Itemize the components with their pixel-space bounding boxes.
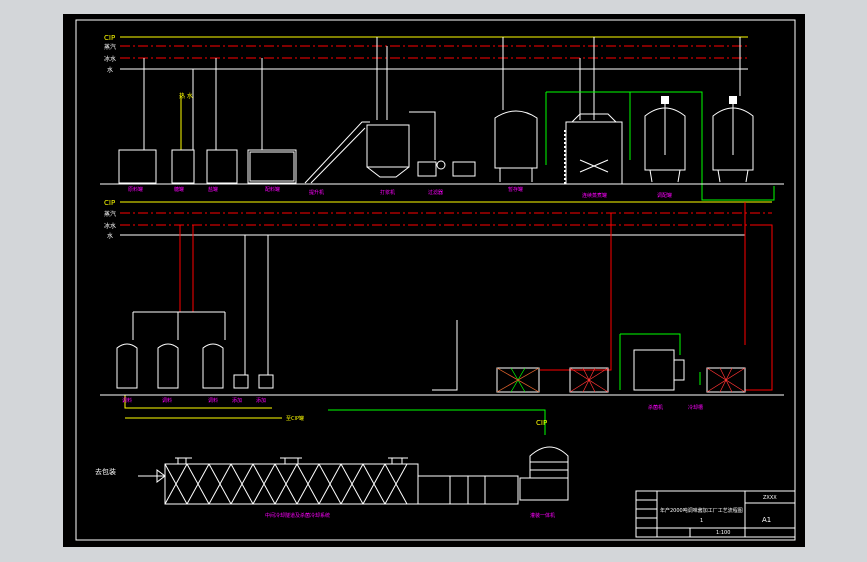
drawing-canvas (63, 14, 805, 547)
hot-water-tag: 热 水 (179, 92, 193, 100)
label-sterilizer: 杀菌机 (648, 404, 663, 411)
label-elevator: 提升机 (309, 189, 324, 196)
agitator-motor-icon (661, 96, 669, 104)
tunnel-label: 中间冷却隧道及杀菌冷却系统 (265, 512, 330, 519)
label-sugar-tank: 糖罐 (174, 186, 184, 193)
label-cooling-tank: 冷却槽 (688, 404, 703, 411)
label-beater: 打浆机 (380, 189, 395, 196)
bottom-cip-label: CIP (536, 419, 547, 427)
sheet-size: A1 (762, 516, 771, 524)
process-flow-drawing: CIP 蒸汽 冰水 水 热 水 原料罐 糖罐 盐罐 配料罐 提升机 打浆机 过滤… (63, 14, 805, 547)
label-mid-1: 调料 (122, 397, 132, 404)
mid-chilled-water-label: 冰水 (104, 222, 116, 230)
label-filter: 过滤器 (428, 189, 443, 196)
top-cip-label: CIP (104, 34, 115, 42)
mid-water-label: 水 (107, 232, 113, 240)
top-chilled-water-label: 冰水 (104, 55, 116, 63)
cad-viewer-window: CIP 蒸汽 冰水 水 热 水 原料罐 糖罐 盐罐 配料罐 提升机 打浆机 过滤… (0, 0, 867, 562)
drawing-scale: 1:100 (716, 530, 730, 536)
label-mix-tank: 配料罐 (265, 186, 280, 193)
label-salt-tank: 盐罐 (208, 186, 218, 193)
to-packaging-label: 去包装 (95, 467, 116, 476)
sheet-number: 1 (700, 518, 703, 524)
label-raw-tank: 原料罐 (128, 186, 143, 193)
mid-steam-label: 蒸汽 (104, 210, 116, 218)
label-mid-3: 调料 (208, 397, 218, 404)
filler-label: 灌装一体机 (530, 512, 555, 519)
drawing-title: 年产2000吨调味酱加工厂工艺流程图 (660, 507, 743, 514)
label-blend-tank: 调配罐 (657, 192, 672, 199)
top-water-label: 水 (107, 66, 113, 74)
label-cooker: 连续蒸煮罐 (582, 192, 607, 199)
agitator-motor-icon (729, 96, 737, 104)
label-mid-5: 添加 (256, 397, 266, 404)
top-steam-label: 蒸汽 (104, 43, 116, 51)
to-cip-label: 至CIP罐 (286, 415, 304, 422)
label-mid-4: 添加 (232, 397, 242, 404)
label-mid-2: 调料 (162, 397, 172, 404)
drawing-code: ZXXX (763, 495, 777, 501)
mid-cip-label: CIP (104, 199, 115, 207)
label-holding-tank: 暂存罐 (508, 186, 523, 193)
